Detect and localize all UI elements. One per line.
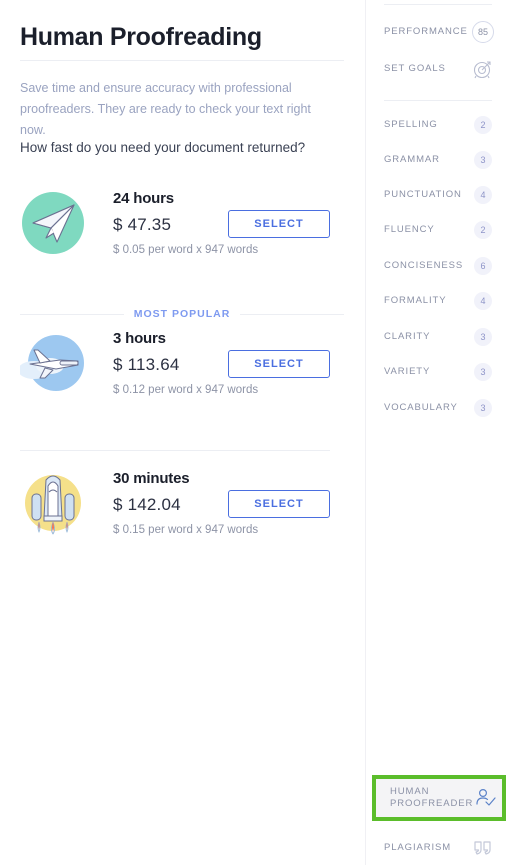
sidebar-item-count: 2 <box>474 221 492 239</box>
intro-text: Save time and ensure accuracy with profe… <box>20 81 311 137</box>
paper-plane-icon <box>20 190 86 256</box>
sidebar-item-label: PUNCTUATION <box>384 189 462 200</box>
pricing-option-3-hours[interactable]: 3 hours $ 113.64 $ 0.12 per word x 947 w… <box>0 330 366 430</box>
human-proofreading-screen: Human Proofreading Save time and ensure … <box>0 0 506 865</box>
sidebar-item-count: 3 <box>474 399 492 417</box>
sidebar-item-grammar[interactable]: GRAMMAR 3 <box>366 147 506 173</box>
airplane-icon <box>18 330 86 396</box>
title-divider <box>20 60 344 61</box>
option-duration: 3 hours <box>113 330 166 347</box>
sidebar-item-label: CLARITY <box>384 331 431 342</box>
option-rate: $ 0.15 per word x 947 words <box>113 524 259 536</box>
select-button-3-hours[interactable]: SELECT <box>228 350 330 378</box>
sidebar-item-plagiarism[interactable]: PLAGIARISM <box>366 835 506 861</box>
sidebar-item-label: VARIETY <box>384 366 431 377</box>
sidebar-item-count: 3 <box>474 363 492 381</box>
sidebar-item-label: SET GOALS <box>384 63 446 74</box>
person-check-icon <box>474 787 496 809</box>
sidebar-item-label: CONCISENESS <box>384 260 464 271</box>
sidebar-item-label: FORMALITY <box>384 295 447 306</box>
sidebar-item-performance[interactable]: PERFORMANCE 85 <box>366 19 506 45</box>
divider-line-left <box>20 313 124 315</box>
option-duration: 30 minutes <box>113 470 190 487</box>
main-panel: Human Proofreading Save time and ensure … <box>0 0 366 865</box>
sidebar-item-vocabulary[interactable]: VOCABULARY 3 <box>366 395 506 421</box>
sidebar-item-label: FLUENCY <box>384 224 435 235</box>
sidebar-divider <box>384 100 492 101</box>
sidebar-top-divider <box>384 4 492 5</box>
most-popular-label: MOST POPULAR <box>133 308 231 320</box>
human-proofreader-line2: PROOFREADER <box>390 798 474 809</box>
sidebar: PERFORMANCE 85 SET GOALS SPELLING 2 GRAM… <box>366 0 506 865</box>
divider-line-right <box>240 313 344 315</box>
question-text: How fast do you need your document retur… <box>20 140 306 155</box>
sidebar-item-fluency[interactable]: FLUENCY 2 <box>366 217 506 243</box>
sidebar-item-count: 2 <box>474 116 492 134</box>
performance-score-badge: 85 <box>472 21 494 43</box>
sidebar-item-count: 3 <box>474 328 492 346</box>
sidebar-item-count: 4 <box>474 186 492 204</box>
sidebar-item-count: 3 <box>474 151 492 169</box>
page-title: Human Proofreading <box>20 23 262 51</box>
sidebar-item-count: 4 <box>474 292 492 310</box>
quote-icon <box>472 837 494 859</box>
sidebar-item-label: GRAMMAR <box>384 154 440 165</box>
sidebar-item-label: HUMAN PROOFREADER <box>390 786 473 810</box>
rocket-icon <box>20 470 86 536</box>
option-rate: $ 0.12 per word x 947 words <box>113 384 259 396</box>
sidebar-item-variety[interactable]: VARIETY 3 <box>366 359 506 385</box>
human-proofreader-line1: HUMAN <box>390 786 430 797</box>
option-duration: 24 hours <box>113 190 174 207</box>
select-button-30-minutes[interactable]: SELECT <box>228 490 330 518</box>
sidebar-item-set-goals[interactable]: SET GOALS <box>366 56 506 82</box>
sidebar-item-label: SPELLING <box>384 119 438 130</box>
sidebar-item-count: 6 <box>474 257 492 275</box>
pricing-option-30-minutes[interactable]: 30 minutes $ 142.04 $ 0.15 per word x 94… <box>0 470 366 570</box>
sidebar-item-label: VOCABULARY <box>384 402 458 413</box>
sidebar-item-punctuation[interactable]: PUNCTUATION 4 <box>366 182 506 208</box>
select-button-24-hours[interactable]: SELECT <box>228 210 330 238</box>
sidebar-item-spelling[interactable]: SPELLING 2 <box>366 112 506 138</box>
option-rate: $ 0.05 per word x 947 words <box>113 244 259 256</box>
target-icon <box>472 58 494 80</box>
sidebar-item-clarity[interactable]: CLARITY 3 <box>366 324 506 350</box>
sidebar-item-conciseness[interactable]: CONCISENESS 6 <box>366 253 506 279</box>
most-popular-divider: MOST POPULAR <box>20 308 344 320</box>
pricing-option-24-hours[interactable]: 24 hours $ 47.35 $ 0.05 per word x 947 w… <box>0 190 366 290</box>
sidebar-item-label: PLAGIARISM <box>384 842 452 853</box>
sidebar-item-human-proofreader[interactable]: HUMAN PROOFREADER <box>378 782 506 814</box>
sidebar-item-formality[interactable]: FORMALITY 4 <box>366 288 506 314</box>
card-divider <box>20 450 330 451</box>
sidebar-item-label: PERFORMANCE <box>384 26 468 37</box>
